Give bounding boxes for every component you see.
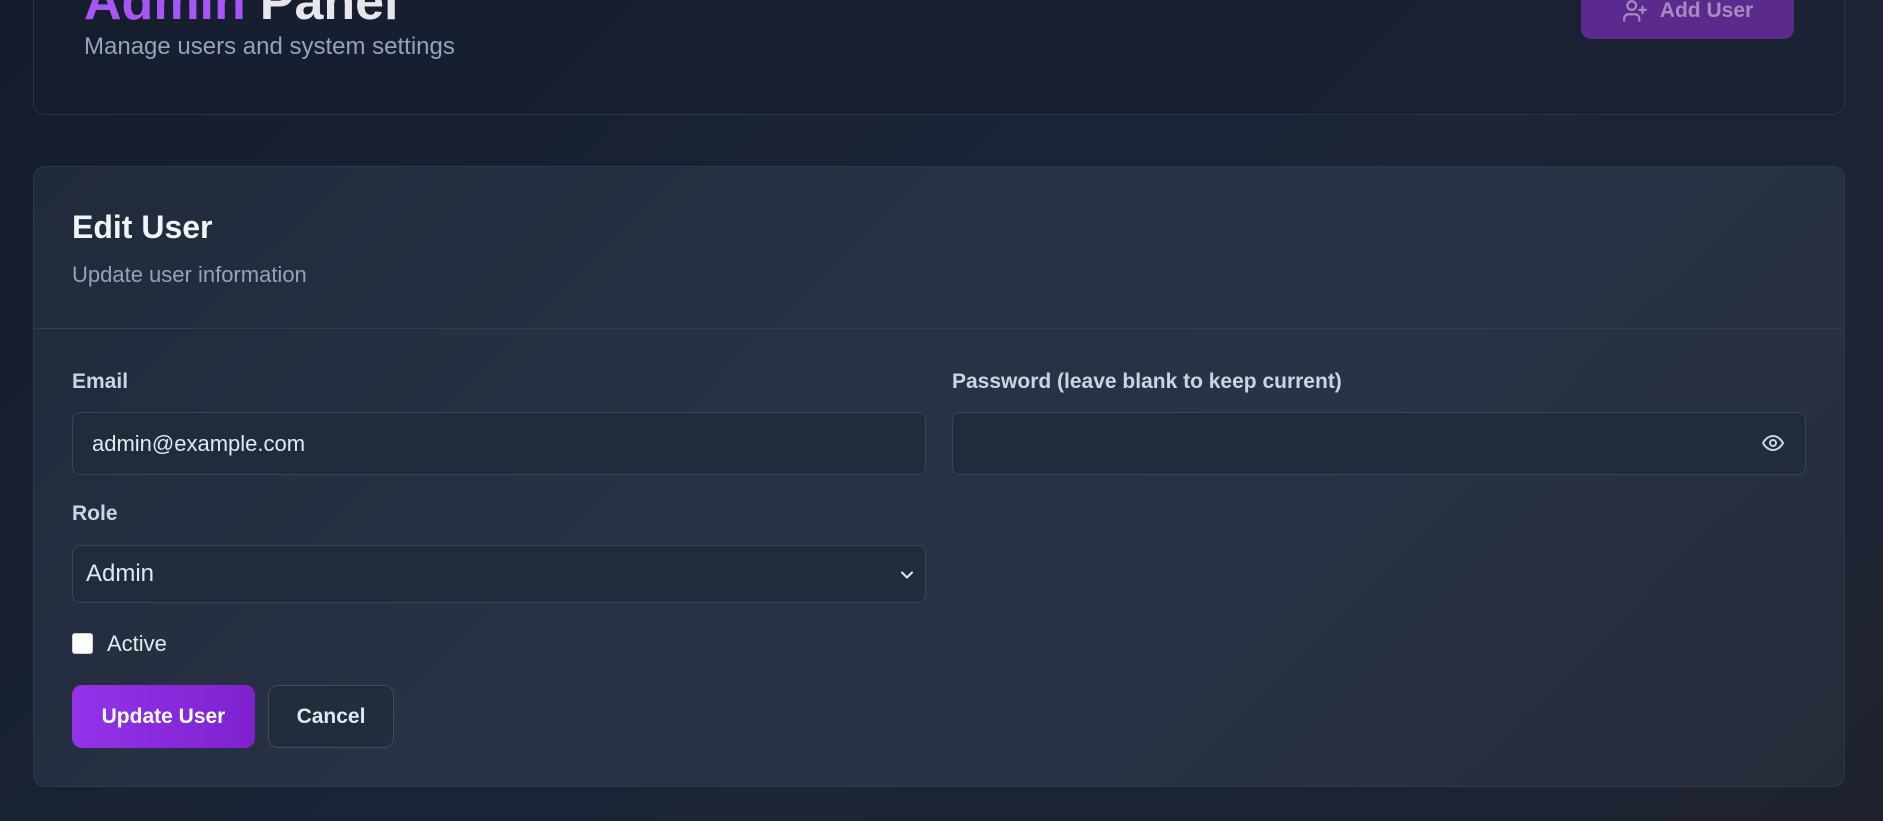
- role-select-value: Admin: [86, 560, 155, 587]
- email-field[interactable]: [72, 412, 926, 475]
- active-label: Active: [107, 631, 167, 656]
- page-title-rest: Panel: [259, 0, 399, 31]
- user-plus-icon: [1622, 0, 1648, 24]
- edit-user-title: Edit User: [72, 209, 213, 245]
- edit-user-card-header: Edit User Update user information: [34, 167, 1844, 329]
- page-subtitle: Manage users and system settings: [84, 33, 455, 60]
- page-title-accent: Admin: [84, 0, 246, 31]
- page-title: Admin Panel: [84, 0, 399, 28]
- add-user-button[interactable]: Add User: [1581, 0, 1794, 39]
- update-user-button[interactable]: Update User: [72, 685, 255, 748]
- chevron-down-icon: [897, 564, 917, 584]
- edit-user-subtitle: Update user information: [72, 262, 307, 287]
- password-label: Password (leave blank to keep current): [952, 370, 1342, 393]
- role-label: Role: [72, 502, 118, 525]
- cancel-button[interactable]: Cancel: [268, 685, 394, 748]
- email-label: Email: [72, 370, 129, 393]
- password-field[interactable]: [952, 412, 1806, 475]
- edit-user-card: Edit User Update user information Email …: [33, 166, 1845, 787]
- active-checkbox[interactable]: [72, 633, 93, 654]
- show-password-button[interactable]: [1757, 427, 1789, 459]
- admin-header-card: Admin Panel Manage users and system setti…: [33, 0, 1845, 115]
- add-user-label: Add User: [1659, 0, 1754, 22]
- role-select[interactable]: Admin: [72, 545, 926, 603]
- eye-icon: [1762, 435, 1784, 451]
